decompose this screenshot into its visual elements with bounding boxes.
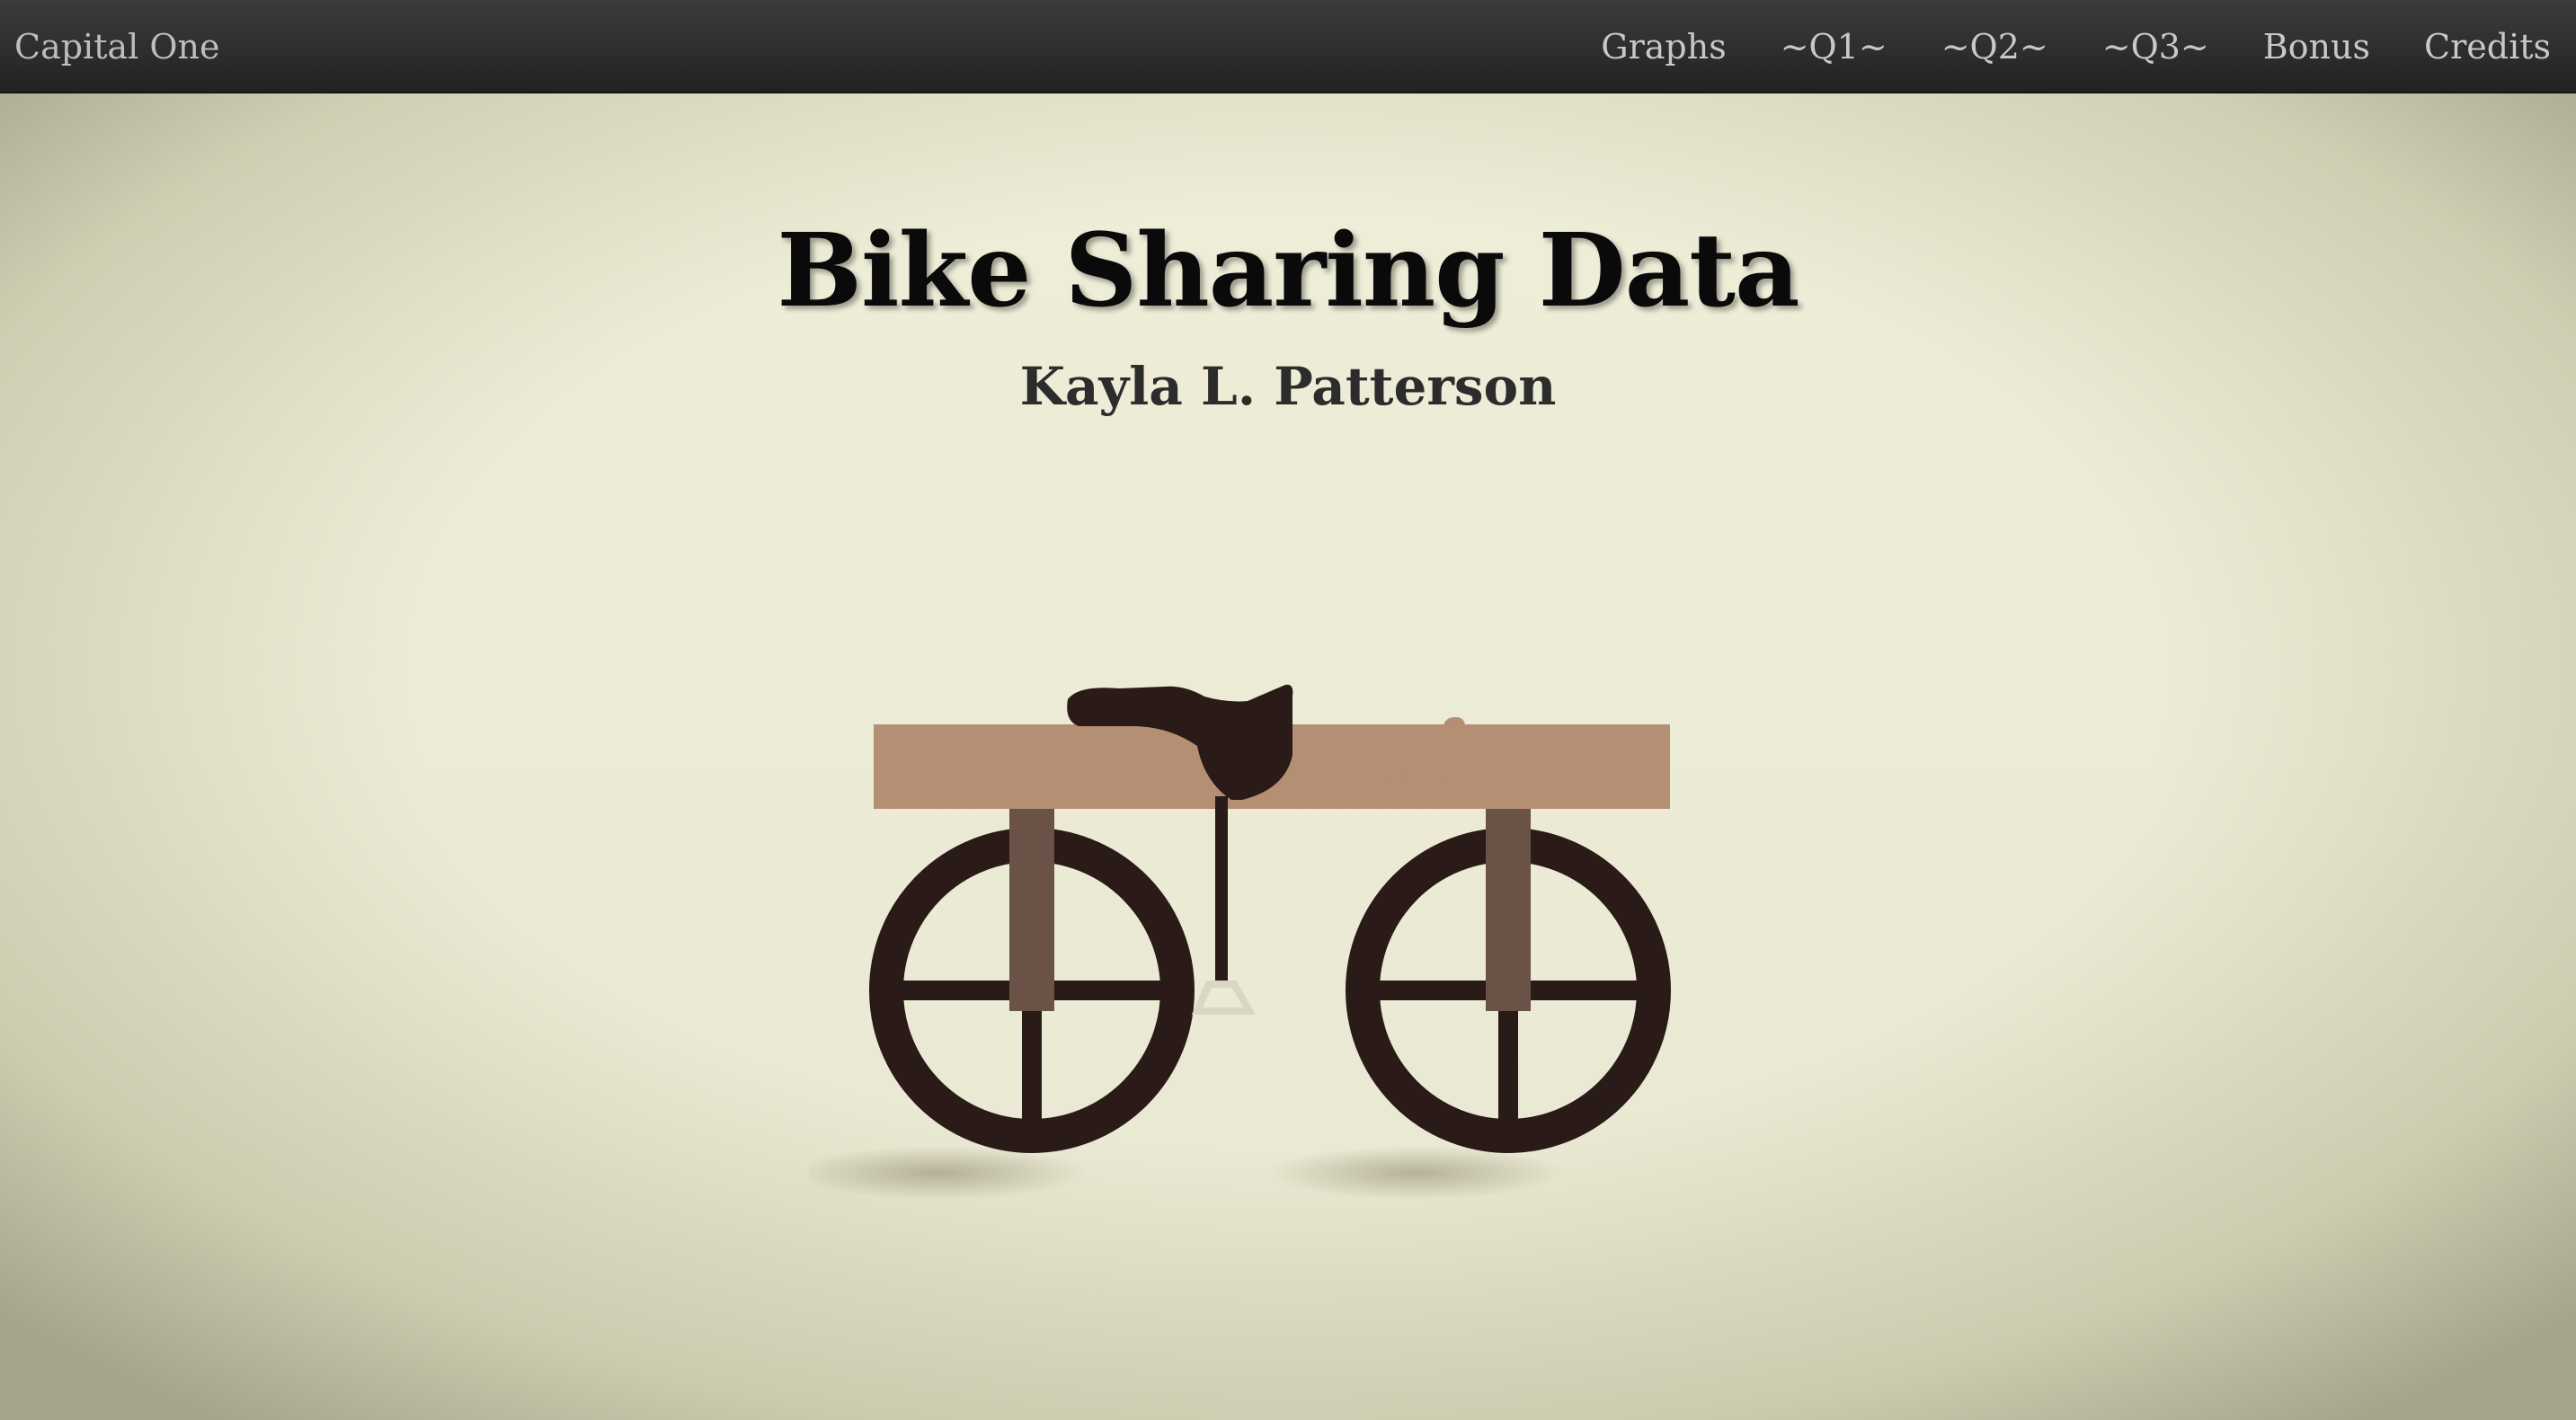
page-title: Bike Sharing Data [777, 212, 1799, 330]
nav-link-bonus[interactable]: Bonus [2263, 27, 2370, 67]
bike-illustration [809, 684, 1671, 1200]
brand-link[interactable]: Capital One [14, 0, 219, 93]
author-name: Kayla L. Patterson [1019, 356, 1557, 417]
nav-link-graphs[interactable]: Graphs [1601, 27, 1726, 67]
nav-link-q2[interactable]: ~Q2~ [1941, 27, 2048, 67]
front-strut [1009, 804, 1054, 1011]
nav-link-q3[interactable]: ~Q3~ [2102, 27, 2209, 67]
top-navbar: Capital One Graphs ~Q1~ ~Q2~ ~Q3~ Bonus … [0, 0, 2576, 93]
wheel-shadow-right [1267, 1146, 1564, 1200]
rear-strut [1486, 804, 1531, 1011]
wheel-shadow-left [809, 1146, 1088, 1200]
nav-link-q1[interactable]: ~Q1~ [1781, 27, 1888, 67]
stirrup-strap [1215, 796, 1228, 985]
nav-link-credits[interactable]: Credits [2424, 27, 2551, 67]
nav-links: Graphs ~Q1~ ~Q2~ ~Q3~ Bonus Credits [1547, 0, 2551, 93]
stirrup [1191, 981, 1256, 1015]
